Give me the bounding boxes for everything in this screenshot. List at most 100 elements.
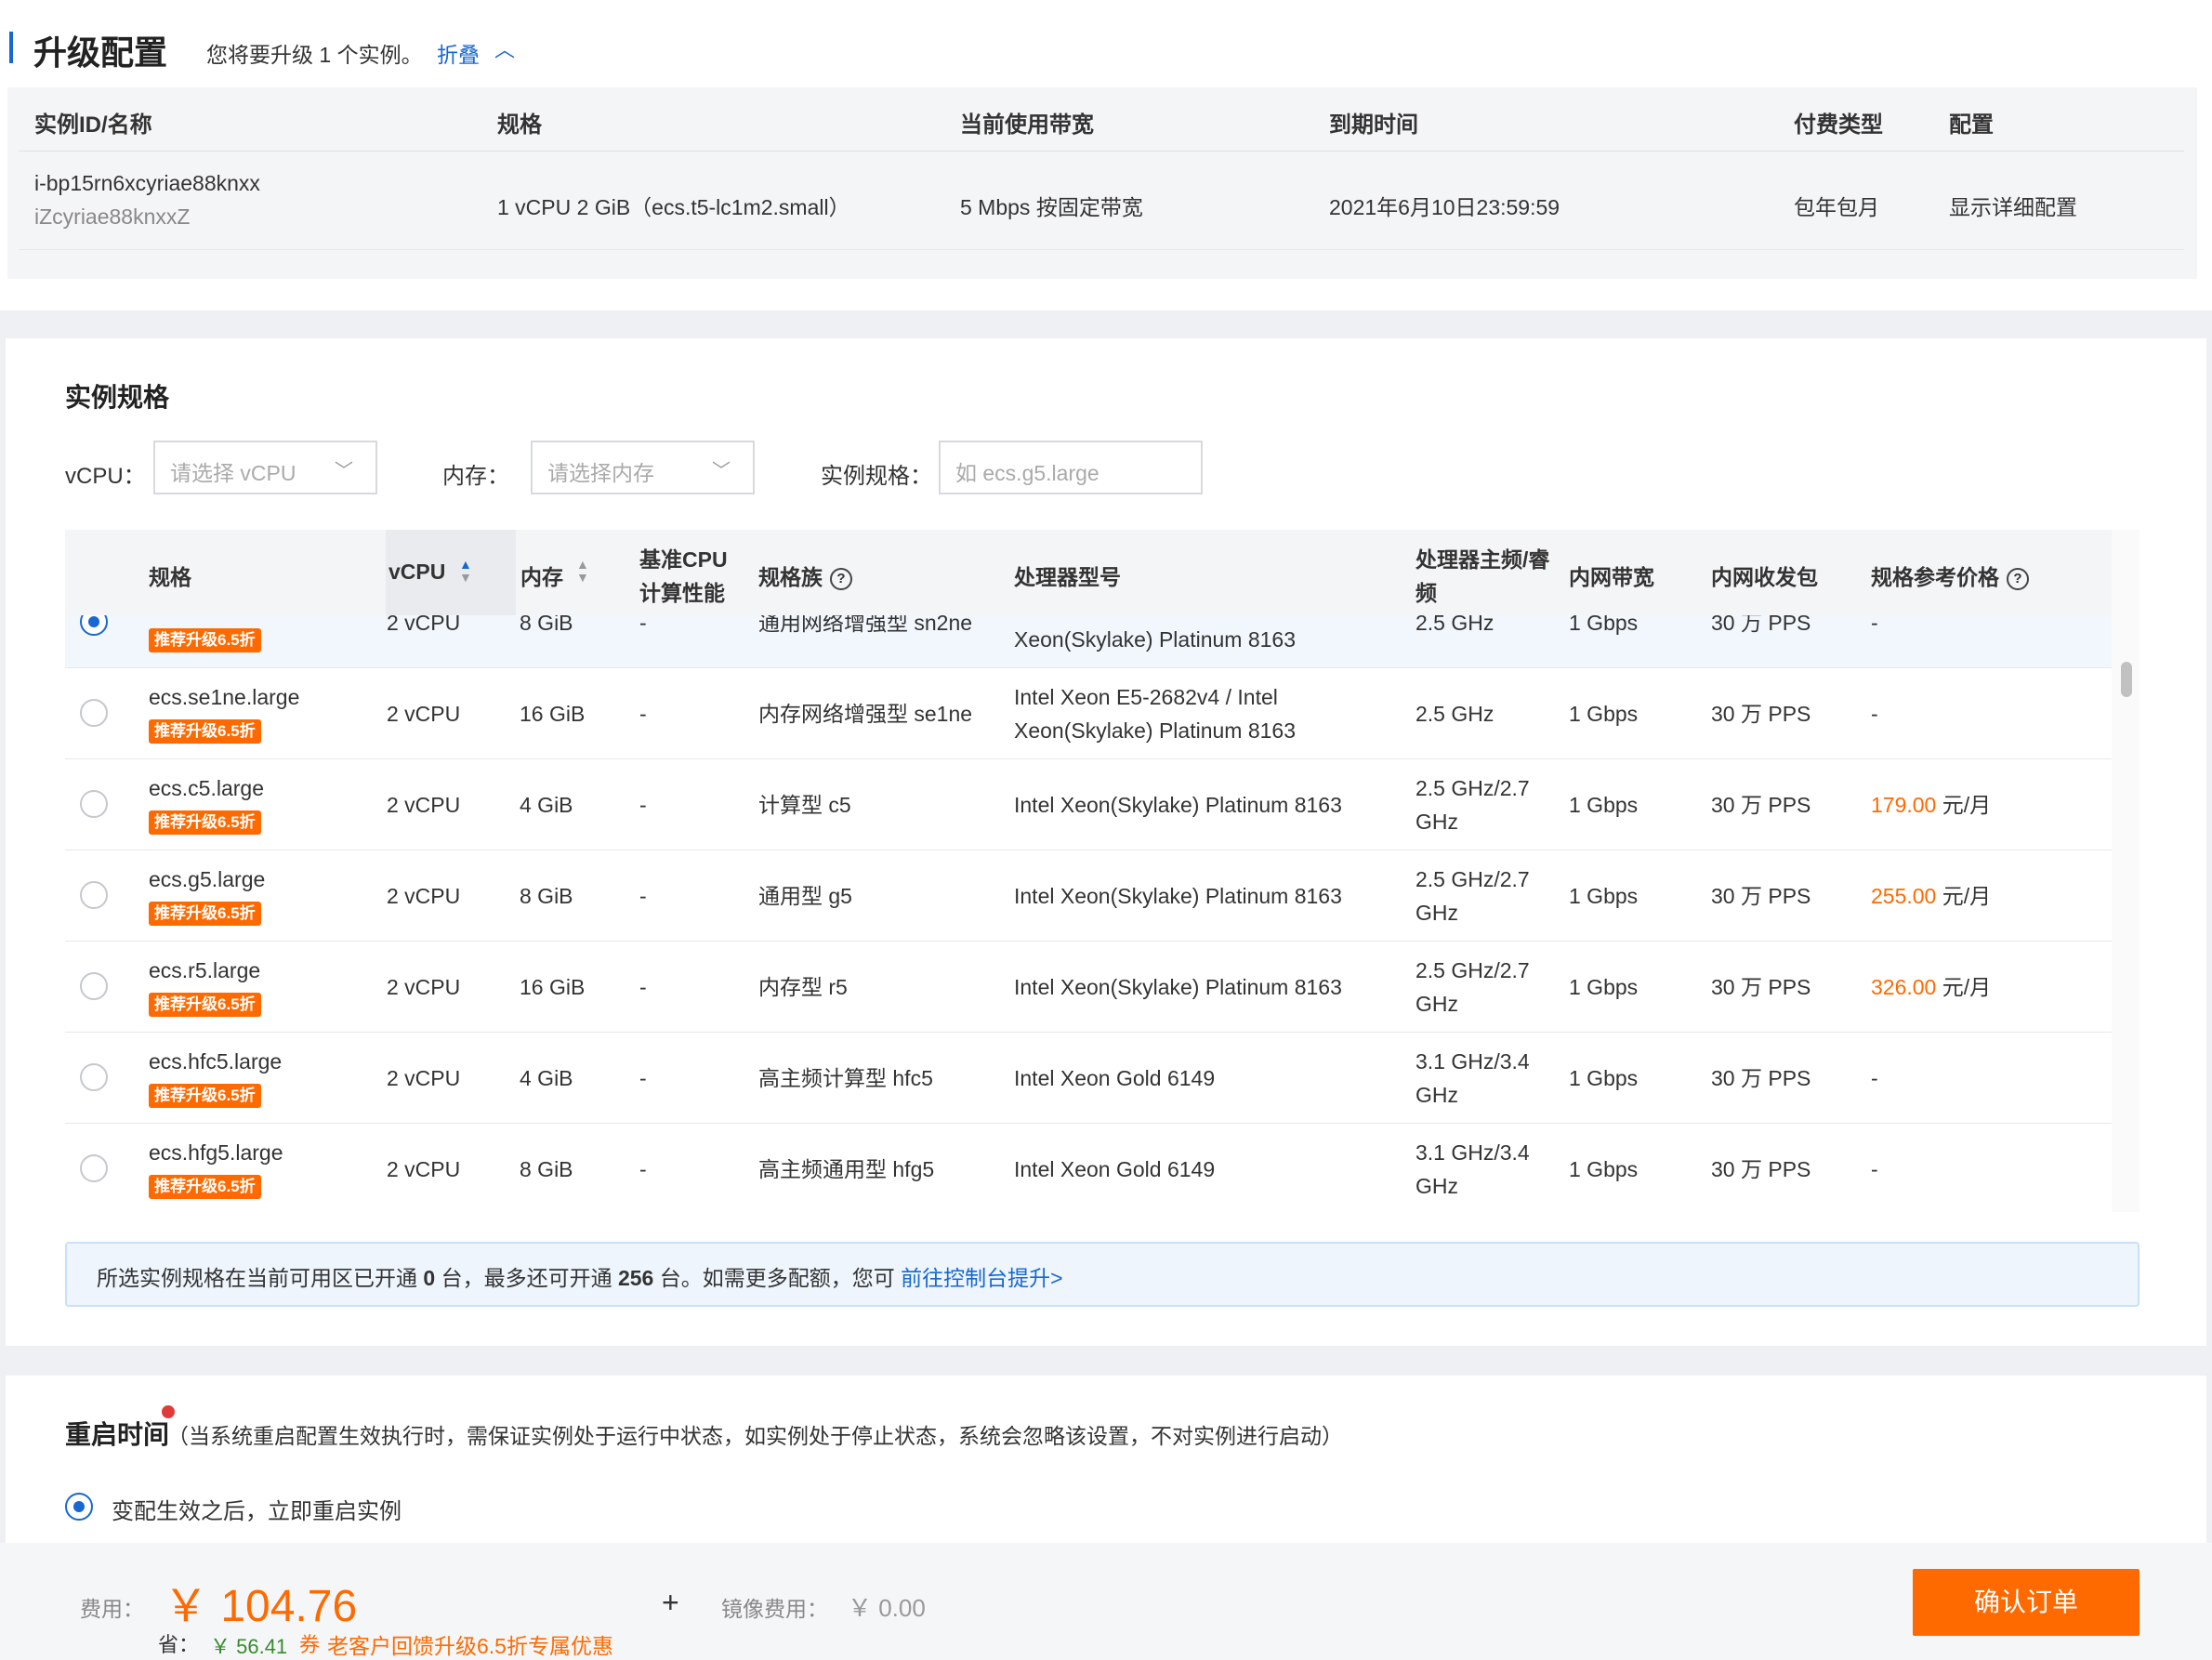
cell-price: -	[1871, 1157, 1878, 1181]
col-spec: 规格	[497, 112, 542, 138]
col-expire: 到期时间	[1329, 112, 1418, 138]
spec-type-label: 实例规格：	[821, 464, 932, 489]
save-label: 省：	[158, 1633, 200, 1656]
promo-badge: 推荐升级6.5折	[149, 1175, 261, 1199]
cell-frequency-line1: 2.5 GHz/2.7	[1415, 776, 1530, 800]
restart-note: （当系统重启配置生效执行时，需保证实例处于运行中状态，如实例处于停止状态，系统会…	[167, 1424, 1343, 1448]
th-frequency: 处理器主频/睿 频	[1415, 543, 1549, 610]
vcpu-select[interactable]: 请选择 vCPU ﹀	[153, 441, 377, 494]
chevron-up-icon[interactable]: ︿	[494, 33, 515, 63]
quota-text-3: 台。如需更多配额，您可	[653, 1266, 902, 1290]
restart-radio[interactable]	[65, 1493, 93, 1521]
restart-option-label[interactable]: 变配生效之后，立即重启实例	[112, 1493, 402, 1525]
scrollbar-thumb[interactable]	[2121, 662, 2132, 697]
th-frequency-line1: 处理器主频/睿	[1415, 547, 1550, 572]
price-unit: 元/月	[1936, 975, 1992, 999]
th-vcpu[interactable]: vCPU	[388, 560, 445, 585]
cell-vcpu: 2 vCPU	[387, 884, 461, 908]
fold-link[interactable]: 折叠	[437, 37, 480, 69]
quota-opened: 0	[423, 1266, 436, 1290]
promo-badge: 推荐升级6.5折	[149, 993, 261, 1017]
cell-spec-name[interactable]: ecs.hfc5.large	[149, 1045, 282, 1078]
cell-frequency-line2: GHz	[1415, 1174, 1458, 1198]
row-radio[interactable]	[80, 972, 108, 1000]
cell-base-cpu: -	[639, 793, 647, 817]
th-pps: 内网收发包	[1711, 565, 1818, 589]
cell-memory: 4 GiB	[520, 1066, 573, 1090]
row-radio[interactable]	[80, 790, 108, 818]
row-radio[interactable]	[80, 1063, 108, 1091]
cell-spec-name[interactable]: ecs.se1ne.large	[149, 680, 299, 714]
sort-up-icon: ▲	[459, 557, 472, 572]
raise-quota-link[interactable]: 前往控制台提升>	[901, 1266, 1062, 1290]
th-family: 规格族?	[758, 560, 852, 591]
help-icon[interactable]: ?	[2007, 567, 2029, 590]
cell-price: 255.00 元/月	[1871, 879, 1991, 913]
th-frequency-line2: 频	[1415, 581, 1437, 605]
cell-frequency-line2: GHz	[1415, 810, 1458, 834]
cell-cpu-model: Intel Xeon(Skylake) Platinum 8163	[1014, 975, 1342, 999]
memory-select[interactable]: 请选择内存 ﹀	[531, 441, 755, 494]
th-base-cpu-line2: 计算性能	[639, 581, 725, 605]
cell-pps: 30 万 PPS	[1711, 1157, 1811, 1181]
cell-family: 内存型 r5	[758, 975, 848, 999]
required-dot	[162, 1405, 175, 1418]
cell-memory: 16 GiB	[520, 702, 586, 726]
cell-base-cpu: -	[639, 884, 647, 908]
cell-family: 高主频计算型 hfc5	[758, 1066, 933, 1090]
row-radio[interactable]	[80, 699, 108, 727]
scrollbar-track[interactable]	[2112, 530, 2140, 1212]
upgrade-section: 升级配置 您将要升级 1 个实例。 折叠 ︿ 实例ID/名称 规格 当前使用带宽…	[0, 0, 2212, 310]
price-value: 179.00	[1871, 793, 1937, 817]
cell-bandwidth: 1 Gbps	[1569, 702, 1639, 726]
cell-family: 高主频通用型 hfg5	[758, 1157, 935, 1181]
spec-title: 实例规格	[65, 383, 170, 412]
price-value: 255.00	[1871, 884, 1937, 908]
cell-cpu-model: Intel Xeon(Skylake) Platinum 8163	[1014, 884, 1342, 908]
row-radio[interactable]	[80, 881, 108, 909]
cell-memory: 16 GiB	[520, 975, 586, 999]
confirm-order-button[interactable]: 确认订单	[1913, 1569, 2140, 1636]
help-icon[interactable]: ?	[830, 567, 852, 590]
sort-icon[interactable]: ▲ ▼	[576, 558, 589, 584]
restart-title: 重启时间	[65, 1420, 170, 1449]
row-divider	[65, 758, 2114, 759]
cell-frequency: 2.5 GHz	[1415, 702, 1494, 726]
cell-spec-name[interactable]: ecs.r5.large	[149, 954, 260, 987]
cell-spec-name[interactable]: ecs.c5.large	[149, 771, 264, 805]
cell-spec-name[interactable]: ecs.g5.large	[149, 863, 265, 896]
cell-family: 通用型 g5	[758, 884, 852, 908]
cell-spec-name[interactable]: ecs.hfg5.large	[149, 1136, 283, 1169]
cell-cpu-model-line2: Xeon(Skylake) Platinum 8163	[1014, 718, 1296, 743]
promo-badge: 推荐升级6.5折	[149, 628, 261, 652]
th-memory[interactable]: 内存	[520, 560, 563, 591]
th-cpu-model: 处理器型号	[1014, 565, 1121, 589]
cell-family: 内存网络增强型 se1ne	[758, 702, 973, 726]
sort-up-icon: ▲	[576, 557, 589, 572]
promo-badge: 推荐升级6.5折	[149, 719, 261, 744]
cell-bandwidth: 1 Gbps	[1569, 884, 1639, 908]
spec-type-input[interactable]: 如 ecs.g5.large	[939, 441, 1203, 494]
cell-bandwidth: 1 Gbps	[1569, 975, 1639, 999]
price-value: 326.00	[1871, 975, 1937, 999]
memory-placeholder: 请选择内存	[547, 461, 654, 485]
cell-memory: 4 GiB	[520, 793, 573, 817]
th-spec: 规格	[149, 565, 191, 589]
cell-pps: 30 万 PPS	[1711, 884, 1811, 908]
row-divider	[65, 667, 2114, 668]
coupon-icon: 券	[299, 1633, 321, 1656]
quota-text-1: 所选实例规格在当前可用区已开通	[97, 1266, 424, 1290]
instance-id: i-bp15rn6xcyriae88knxx	[34, 171, 260, 195]
cell-vcpu: 2 vCPU	[387, 793, 461, 817]
cell-pps: 30 万 PPS	[1711, 702, 1811, 726]
promo-text: 老客户回馈升级6.5折专属优惠	[327, 1634, 613, 1658]
cell-price: -	[1871, 702, 1878, 726]
cell-cpu-model: Intel Xeon Gold 6149	[1014, 1066, 1216, 1090]
instance-pay-type: 包年包月	[1794, 195, 1879, 219]
sort-icon[interactable]: ▲ ▼	[459, 558, 472, 584]
chevron-down-icon: ﹀	[712, 461, 731, 481]
row-radio[interactable]	[80, 1154, 108, 1182]
quota-notice: 所选实例规格在当前可用区已开通 0 台，最多还可开通 256 台。如需更多配额，…	[65, 1242, 2140, 1307]
show-detail-link[interactable]: 显示详细配置	[1949, 190, 2077, 221]
cell-vcpu: 2 vCPU	[387, 1066, 461, 1090]
